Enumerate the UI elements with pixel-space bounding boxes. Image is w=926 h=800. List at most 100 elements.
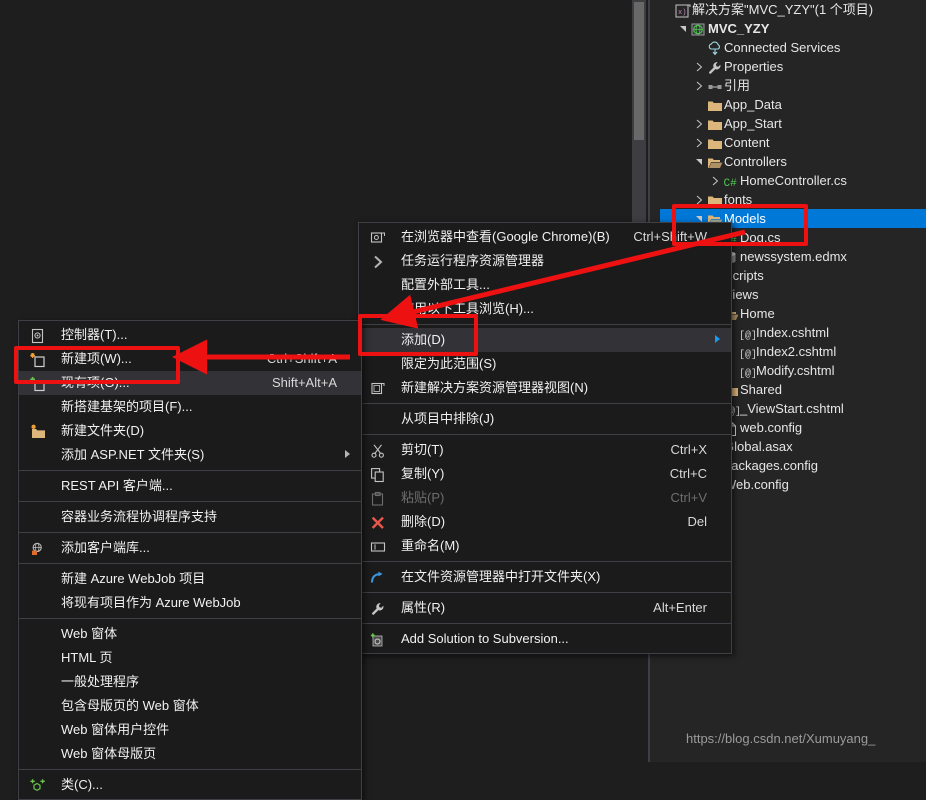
rename-icon (369, 537, 387, 555)
menu-separator (19, 769, 361, 770)
add-submenu[interactable]: 控制器(T)... 新建项(W)... Ctrl+Shift+A 现有项(G)... S… (18, 320, 362, 800)
menu-separator (359, 434, 731, 435)
references-icon (706, 76, 724, 95)
tree-item-controllers[interactable]: Controllers (660, 152, 926, 171)
menu-item-idx11[interactable]: 添加客户端库... (19, 536, 361, 560)
menu-item-web[interactable]: Web 窗体母版页 (19, 742, 361, 766)
cshtml-icon: [@] (739, 364, 755, 380)
menu-item-add-solution-to-subversion[interactable]: Add Solution to Subversion... (359, 627, 731, 651)
tree-item-properties[interactable]: Properties (660, 57, 926, 76)
menu-item-azure-webjob[interactable]: 新建 Azure WebJob 项目 (19, 567, 361, 591)
tree-item-label: packages.config (724, 458, 818, 473)
twisty-collapsed-icon[interactable] (692, 57, 706, 76)
folder-open-icon (707, 155, 723, 171)
paste-icon (369, 489, 387, 507)
menu-item-d[interactable]: 删除(D) Del (359, 510, 731, 534)
tree-item-label: newssystem.edmx (740, 249, 847, 264)
tree-item-label: 解决方案"MVC_YZY"(1 个项目) (692, 2, 874, 17)
menu-item-y[interactable]: 复制(Y) Ctrl+C (359, 462, 731, 486)
cshtml-icon: [@] (739, 326, 755, 342)
copy-icon (370, 467, 386, 483)
client-library-icon (29, 539, 47, 557)
tree-item-label: _ViewStart.cshtml (740, 401, 844, 416)
folder-icon (706, 95, 724, 114)
menu-item-label: 从项目中排除(J) (401, 411, 495, 426)
tree-item-homecontroller.cs[interactable]: C# HomeController.cs (660, 171, 926, 190)
menu-item-rest-api[interactable]: REST API 客户端... (19, 474, 361, 498)
menu-item-f[interactable]: 新搭建基架的项目(F)... (19, 395, 361, 419)
tree-item-label: 引用 (724, 78, 751, 93)
references-icon (707, 79, 723, 95)
menu-item-idx1[interactable]: 任务运行程序资源管理器 (359, 249, 731, 273)
menu-item-label: 在浏览器中查看(Google Chrome)(B) (401, 229, 610, 244)
menu-item-web[interactable]: 包含母版页的 Web 窗体 (19, 694, 361, 718)
tree-item-label: MVC_YZY (708, 21, 770, 36)
scissors-icon (369, 441, 387, 459)
menu-item-n[interactable]: 新建解决方案资源管理器视图(N) (359, 376, 731, 400)
menu-item-shortcut: Shift+Alt+A (271, 375, 337, 390)
cshtml-icon: [@] (738, 361, 756, 380)
copy-icon (369, 465, 387, 483)
menu-item-web[interactable]: Web 窗体 (19, 622, 361, 646)
menu-item-x[interactable]: 在文件资源管理器中打开文件夹(X) (359, 565, 731, 589)
annotation-box-models (672, 204, 808, 246)
tree-item-label: Controllers (724, 154, 787, 169)
twisty-collapsed-icon[interactable] (692, 76, 706, 95)
tree-item-mvc_yzy[interactable]: MVC_YZY (660, 19, 926, 38)
tree-item-app_start[interactable]: App_Start (660, 114, 926, 133)
menu-item-label: 容器业务流程协调程序支持 (61, 509, 218, 524)
watermark-url: https://blog.csdn.net/Xumuyang_ (686, 731, 876, 746)
menu-item-idx9[interactable]: 容器业务流程协调程序支持 (19, 505, 361, 529)
tree-item-content[interactable]: Content (660, 133, 926, 152)
menu-item-label: 类(C)... (61, 777, 103, 792)
wrench-icon (706, 57, 724, 76)
twisty-collapsed-icon[interactable] (692, 114, 706, 133)
tree-item-label: Properties (724, 59, 784, 74)
menu-separator (19, 501, 361, 502)
vertical-scrollbar-thumb[interactable] (634, 2, 644, 140)
tree-item-app_data[interactable]: App_Data (660, 95, 926, 114)
twisty-expanded-icon[interactable] (692, 152, 706, 171)
menu-item-c[interactable]: 类(C)... (19, 773, 361, 797)
wrench-icon (370, 601, 386, 617)
menu-item-r[interactable]: 属性(R) Alt+Enter (359, 596, 731, 620)
menu-item-m[interactable]: 重命名(M) (359, 534, 731, 558)
browser-icon (370, 230, 386, 246)
menu-item-label: 控制器(T)... (61, 327, 128, 342)
menu-item-html[interactable]: HTML 页 (19, 646, 361, 670)
menu-separator (19, 563, 361, 564)
menu-item-web[interactable]: Web 窗体用户控件 (19, 718, 361, 742)
menu-item-label: REST API 客户端... (61, 478, 173, 493)
twisty-collapsed-icon[interactable] (708, 171, 722, 190)
tree-item-mvc_yzy-1[interactable]: x) 解决方案"MVC_YZY"(1 个项目) (660, 0, 926, 19)
menu-item-idx18[interactable]: 一般处理程序 (19, 670, 361, 694)
menu-item-j[interactable]: 从项目中排除(J) (359, 407, 731, 431)
menu-item-asp-net-s[interactable]: 添加 ASP.NET 文件夹(S) (19, 443, 361, 467)
project-context-menu[interactable]: 在浏览器中查看(Google Chrome)(B) Ctrl+Shift+W 任务运… (358, 222, 732, 654)
menu-item-idx2[interactable]: 配置外部工具... (359, 273, 731, 297)
chevron-right-icon (369, 252, 387, 270)
controller-icon (30, 328, 46, 344)
menu-item-label: 新建 Azure WebJob 项目 (61, 571, 206, 586)
menu-item-shortcut: Ctrl+C (669, 466, 707, 481)
tree-item-label: App_Start (724, 116, 782, 131)
subversion-icon (369, 630, 387, 648)
folder-open-icon (706, 152, 724, 171)
twisty-collapsed-icon[interactable] (692, 133, 706, 152)
menu-item-t[interactable]: 剪切(T) Ctrl+X (359, 438, 731, 462)
menu-item-t[interactable]: 控制器(T)... (19, 323, 361, 347)
tree-item-label: Shared (740, 382, 782, 397)
tree-item-[interactable]: 引用 (660, 76, 926, 95)
tree-item-connected-services[interactable]: Connected Services (660, 38, 926, 57)
twisty-expanded-icon[interactable] (676, 19, 690, 38)
menu-separator (19, 618, 361, 619)
tree-item-label: Global.asax (724, 439, 793, 454)
menu-item-d[interactable]: 新建文件夹(D) (19, 419, 361, 443)
web-project-icon (690, 19, 708, 38)
connected-services-icon (707, 41, 723, 57)
solution-icon: x) (674, 0, 692, 19)
menu-item-label: Web 窗体母版页 (61, 746, 157, 761)
chevron-right-icon (370, 254, 386, 270)
menu-item-azure-webjob[interactable]: 将现有项目作为 Azure WebJob (19, 591, 361, 615)
svg-text:C#: C# (724, 178, 738, 190)
